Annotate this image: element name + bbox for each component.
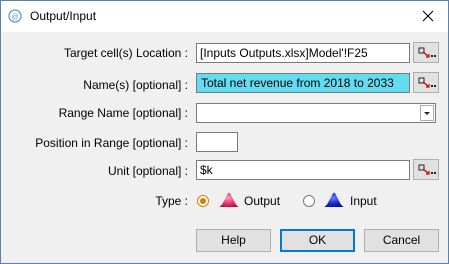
target-location-input[interactable]: [Inputs Outputs.xlsx]Model'!F25: [196, 43, 410, 63]
names-input[interactable]: Total net revenue from 2018 to 2033: [196, 73, 410, 93]
window-title: Output/Input: [30, 9, 97, 23]
app-icon: @: [8, 9, 22, 23]
target-location-pick-button[interactable]: [413, 42, 439, 63]
type-input-radio[interactable]: [303, 195, 315, 207]
names-pick-button[interactable]: [413, 72, 439, 93]
range-name-dropdown-button[interactable]: [420, 105, 434, 121]
names-label: Name(s) [optional] :: [83, 78, 188, 92]
unit-label: Unit [optional] :: [107, 164, 188, 178]
title-bar: @ Output/Input: [1, 1, 448, 32]
type-input-label[interactable]: Input: [350, 194, 377, 208]
position-in-range-label: Position in Range [optional] :: [35, 136, 188, 150]
type-label: Type :: [155, 194, 188, 208]
unit-pick-button[interactable]: [413, 159, 439, 180]
close-icon: [422, 10, 434, 22]
type-output-radio[interactable]: [197, 195, 209, 207]
svg-text:@: @: [11, 14, 18, 21]
range-select-icon: [418, 77, 436, 88]
output-mountain-icon: [219, 192, 239, 207]
range-name-label: Range Name [optional] :: [58, 106, 188, 120]
target-location-label: Target cell(s) Location :: [63, 46, 188, 60]
chevron-down-icon: [424, 112, 430, 115]
close-button[interactable]: [408, 1, 448, 32]
range-select-icon: [418, 164, 436, 175]
ok-button[interactable]: OK: [280, 229, 355, 252]
range-name-select[interactable]: [196, 103, 436, 123]
range-select-icon: [418, 47, 436, 58]
output-input-dialog: @ Output/Input Target cell(s) Location :…: [0, 0, 449, 264]
type-output-label[interactable]: Output: [244, 194, 280, 208]
help-button[interactable]: Help: [196, 229, 271, 252]
unit-input[interactable]: $k: [196, 160, 410, 180]
input-mountain-icon: [324, 192, 344, 207]
cancel-button[interactable]: Cancel: [364, 229, 439, 252]
position-in-range-input[interactable]: [196, 132, 238, 152]
